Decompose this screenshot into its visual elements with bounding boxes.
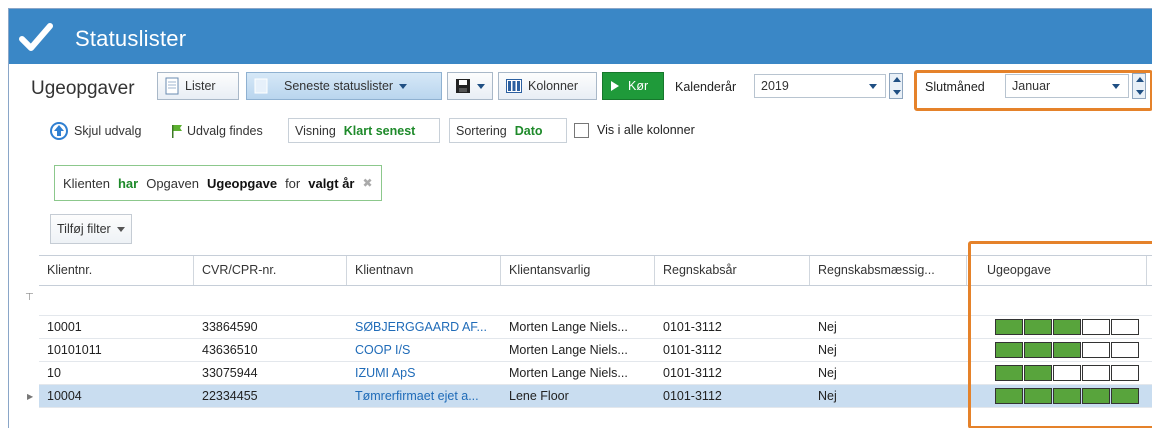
flag-icon bbox=[172, 124, 182, 138]
table-cell: Morten Lange Niels... bbox=[509, 343, 628, 357]
recent-label: Seneste statuslister bbox=[284, 79, 394, 93]
view-selector[interactable]: Visning Klart senest bbox=[288, 118, 440, 143]
lister-label: Lister bbox=[185, 79, 216, 93]
table-cell: Nej bbox=[818, 320, 837, 334]
checkmark-icon bbox=[19, 23, 53, 51]
view-label: Visning bbox=[295, 123, 336, 138]
title-bar: Statuslister bbox=[9, 9, 1152, 64]
hide-label: Skjul udvalg bbox=[74, 123, 142, 138]
table-cell: Nej bbox=[818, 366, 837, 380]
table-cell: 22334455 bbox=[202, 389, 258, 403]
view-value: Klart senest bbox=[343, 123, 416, 138]
table-cell: Nej bbox=[818, 389, 837, 403]
columns-button[interactable]: Kolonner bbox=[498, 72, 597, 100]
table-cell: 0101-3112 bbox=[663, 343, 722, 357]
column-header[interactable]: Klientnavn bbox=[347, 256, 501, 285]
table-cell: 0101-3112 bbox=[663, 389, 722, 403]
sort-selector[interactable]: Sortering Dato bbox=[449, 118, 567, 143]
chevron-down-icon bbox=[477, 83, 485, 89]
show-all-label: Vis i alle kolonner bbox=[597, 123, 695, 137]
hide-selection-button[interactable]: Skjul udvalg bbox=[49, 118, 142, 143]
show-all-columns-checkbox[interactable] bbox=[574, 123, 589, 138]
year-value: 2019 bbox=[761, 79, 789, 93]
column-header[interactable]: Regnskabsår bbox=[655, 256, 810, 285]
save-dropdown-button[interactable] bbox=[447, 72, 493, 100]
sort-label: Sortering bbox=[456, 123, 507, 138]
table-cell: Morten Lange Niels... bbox=[509, 320, 628, 334]
remove-criteria-icon[interactable]: ✖ bbox=[362, 176, 372, 190]
play-icon bbox=[611, 81, 619, 91]
column-header[interactable]: Klientnr. bbox=[39, 256, 194, 285]
table-cell[interactable]: Tømrerfirmaet ejet a... bbox=[347, 385, 501, 407]
arrow-up-circle-icon bbox=[50, 121, 68, 140]
year-spinner[interactable] bbox=[889, 73, 903, 99]
table-cell: Lene Floor bbox=[509, 389, 569, 403]
document-icon bbox=[165, 77, 179, 95]
table-cell: 10001 bbox=[47, 320, 82, 334]
page-icon bbox=[254, 78, 268, 94]
weekly-task-highlight-box bbox=[968, 241, 1152, 428]
selection-exists-indicator[interactable]: Udvalg findes bbox=[171, 118, 263, 143]
filter-bar: Skjul udvalg Udvalg findes Visning Klart… bbox=[9, 117, 909, 147]
floppy-disk-icon bbox=[456, 79, 470, 93]
exists-label: Udvalg findes bbox=[187, 123, 263, 138]
recent-statuslists-dropdown[interactable]: Seneste statuslister bbox=[246, 72, 442, 100]
table-cell: 33075944 bbox=[202, 366, 258, 380]
filter-row-marker: ⊤ bbox=[25, 292, 34, 303]
criteria-task: Ugeopgave bbox=[206, 175, 278, 191]
column-header[interactable]: Klientansvarlig bbox=[501, 256, 655, 285]
criteria-verb: har bbox=[117, 175, 139, 191]
table-cell: 43636510 bbox=[202, 343, 258, 357]
chevron-down-icon bbox=[116, 226, 125, 232]
table-cell[interactable]: IZUMI ApS bbox=[347, 362, 501, 384]
endmonth-highlight-box bbox=[914, 70, 1152, 111]
table-cell[interactable]: COOP I/S bbox=[347, 339, 501, 361]
run-button[interactable]: Kør bbox=[602, 72, 664, 100]
criteria-period: valgt år bbox=[308, 175, 355, 191]
chevron-down-icon bbox=[869, 84, 877, 89]
table-cell: Morten Lange Niels... bbox=[509, 366, 628, 380]
add-filter-label: Tilføj filter bbox=[57, 222, 111, 236]
table-cell: 10101011 bbox=[47, 343, 102, 357]
sort-value: Dato bbox=[514, 123, 543, 138]
app-window: Statuslister Ugeopgaver Lister Seneste s… bbox=[8, 8, 1152, 428]
table-cell: 0101-3112 bbox=[663, 320, 722, 334]
table-cell: 10 bbox=[47, 366, 61, 380]
table-cell: 10004 bbox=[47, 389, 82, 403]
page-title: Ugeopgaver bbox=[31, 78, 135, 99]
row-pointer-icon: ▶ bbox=[27, 392, 34, 401]
criteria-subject: Klienten bbox=[63, 175, 110, 191]
year-label: Kalenderår bbox=[675, 80, 737, 94]
columns-label: Kolonner bbox=[528, 79, 579, 93]
table-cell: Nej bbox=[818, 343, 837, 357]
columns-icon bbox=[506, 79, 522, 93]
app-title: Statuslister bbox=[75, 26, 187, 51]
lister-button[interactable]: Lister bbox=[157, 72, 239, 100]
year-select[interactable]: 2019 bbox=[754, 74, 886, 98]
table-cell: 33864590 bbox=[202, 320, 258, 334]
table-cell: 0101-3112 bbox=[663, 366, 722, 380]
table-cell[interactable]: SØBJERGGAARD AF... bbox=[347, 316, 501, 338]
criteria-for: for bbox=[285, 175, 301, 191]
chevron-down-icon bbox=[399, 83, 408, 89]
criteria-object: Opgaven bbox=[146, 175, 199, 191]
filter-criteria-chip[interactable]: Klienten har Opgaven Ugeopgave for valgt… bbox=[54, 165, 382, 201]
column-header[interactable]: CVR/CPR-nr. bbox=[194, 256, 347, 285]
run-label: Kør bbox=[628, 79, 649, 93]
add-filter-button[interactable]: Tilføj filter bbox=[50, 214, 132, 244]
column-header[interactable]: Regnskabsmæssig... bbox=[810, 256, 967, 285]
